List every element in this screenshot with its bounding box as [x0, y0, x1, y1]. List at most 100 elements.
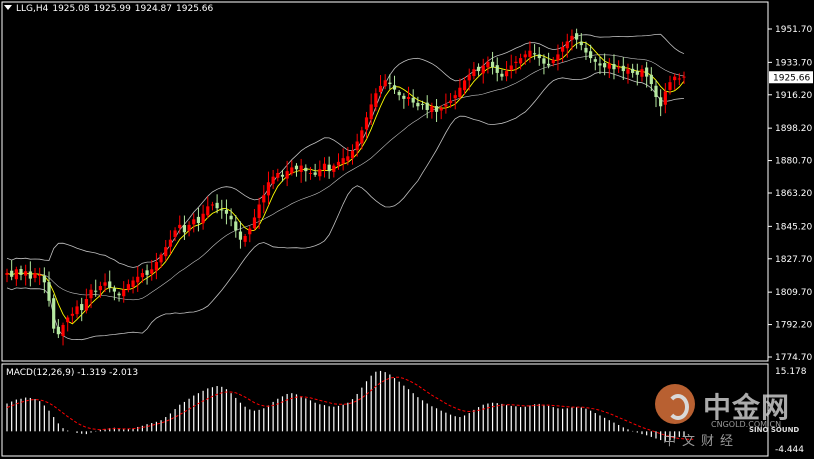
candle-down	[28, 271, 32, 279]
candle-up	[504, 71, 509, 77]
price-tick-label: 1880.70	[775, 157, 812, 167]
candle-down	[182, 225, 187, 233]
candle-up	[346, 156, 350, 161]
candle-up	[262, 195, 266, 203]
candle-down	[589, 51, 593, 59]
candle-down	[215, 202, 219, 209]
candle-up	[332, 165, 336, 172]
candle-up	[271, 176, 275, 184]
candle-up	[626, 69, 630, 74]
candle-up	[14, 269, 18, 280]
candle-up	[561, 46, 565, 52]
macd-label: MACD(12,26,9)	[6, 368, 75, 378]
candle-up	[140, 273, 144, 278]
candle-down	[434, 106, 439, 112]
candle-up	[523, 54, 527, 58]
candle-up	[159, 254, 163, 263]
candle-up	[341, 158, 345, 164]
price-tick-label: 1827.70	[775, 255, 812, 265]
candle-up	[472, 69, 476, 77]
candle-up	[448, 100, 453, 104]
candle-down	[476, 66, 481, 72]
candle-down	[108, 281, 112, 288]
candle-up	[122, 289, 126, 297]
open-value: 1925.08	[52, 4, 90, 14]
candle-up	[673, 76, 677, 81]
main-pane-frame	[1, 1, 769, 362]
brand-logo-icon	[655, 384, 695, 424]
candle-up	[84, 298, 88, 311]
candle-down	[547, 63, 551, 66]
candle-down	[542, 58, 546, 64]
candle-up	[565, 41, 569, 49]
candle-up	[364, 117, 369, 130]
candle-down	[621, 65, 625, 72]
candle-up	[486, 61, 490, 68]
macd-signal-value: -2.013	[109, 368, 139, 378]
candle-up	[350, 150, 355, 159]
candle-down	[224, 209, 229, 214]
candle-up	[150, 269, 154, 274]
candle-up	[290, 167, 294, 174]
candle-down	[313, 172, 317, 175]
candle-up	[369, 104, 373, 120]
candle-down	[42, 275, 46, 283]
watermark-sub: 中文财经	[663, 434, 740, 449]
candle-down	[117, 293, 121, 296]
candle-down	[196, 216, 201, 224]
candle-up	[131, 280, 135, 287]
candle-up	[355, 141, 359, 151]
candle-up	[285, 171, 289, 179]
candle-down	[304, 167, 308, 172]
candle-up	[38, 274, 42, 276]
price-tick-label: 1845.20	[775, 222, 812, 232]
candle-up	[374, 93, 378, 107]
candle-down	[495, 65, 499, 73]
candle-down	[294, 165, 299, 170]
candle-up	[607, 63, 611, 69]
bollinger-upper-band	[6, 33, 685, 268]
candle-up	[201, 213, 205, 224]
candle-down	[10, 270, 14, 277]
candle-up	[248, 228, 252, 235]
candle-up	[266, 182, 271, 196]
watermark: 中金网 CNGOLD.COM.CN 中文财经 SINO SOUND	[655, 384, 805, 456]
price-tick-label: 1863.20	[775, 189, 812, 199]
candle-up	[509, 65, 513, 70]
candle-up	[192, 219, 196, 225]
candle-up	[178, 224, 182, 229]
chart-header: LLG,H4 1925.08 1925.99 1924.87 1925.66	[4, 4, 217, 14]
candle-up	[556, 54, 560, 61]
bollinger-middle-band	[6, 54, 685, 301]
candle-up	[430, 106, 434, 112]
candle-up	[299, 165, 303, 172]
candle-up	[98, 286, 102, 291]
candle-up	[682, 76, 686, 78]
price-tick-label: 1951.70	[775, 25, 812, 35]
candle-down	[52, 298, 56, 329]
candle-down	[532, 53, 537, 55]
candle-up	[75, 306, 79, 315]
price-tick-label: 1898.20	[775, 124, 812, 134]
candle-up	[24, 271, 28, 276]
candle-up	[481, 65, 485, 74]
candle-down	[112, 288, 116, 292]
macd-tick-label: 15.178	[775, 367, 807, 377]
candle-up	[617, 67, 621, 69]
candle-down	[598, 63, 602, 66]
candle-down	[416, 102, 420, 107]
candle-up	[173, 230, 177, 238]
candle-up	[406, 97, 411, 99]
candle-up	[210, 204, 215, 206]
candle-down	[420, 103, 425, 105]
candle-up	[126, 284, 130, 290]
main-price-pane[interactable]	[1, 1, 769, 362]
candle-down	[500, 73, 504, 77]
candle-up	[168, 239, 173, 247]
candle-up	[33, 273, 37, 278]
candle-down	[593, 59, 597, 62]
candle-up	[66, 317, 70, 323]
dropdown-triangle-icon[interactable]	[4, 5, 12, 10]
candle-up	[551, 59, 555, 64]
candle-down	[388, 82, 392, 85]
